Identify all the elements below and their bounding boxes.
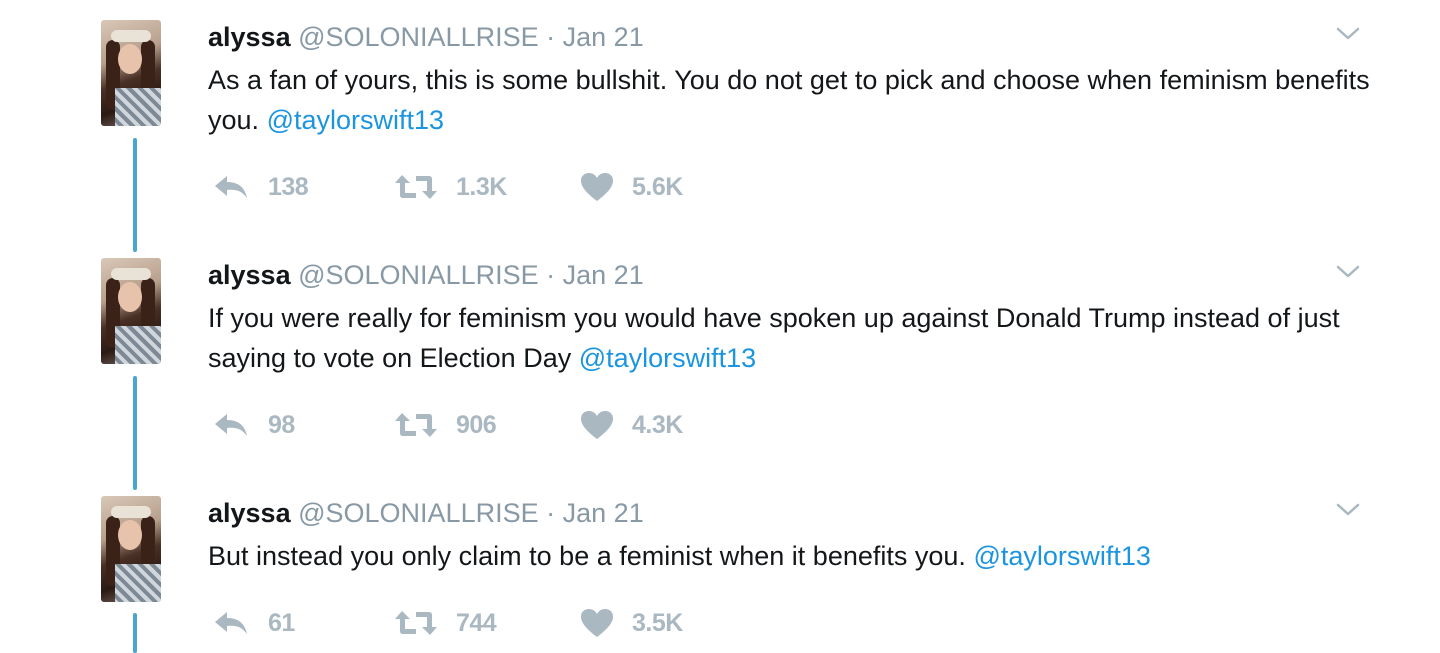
reply-count: 98 (268, 410, 295, 439)
reply-button[interactable]: 98 (212, 408, 295, 442)
tweet-header: alyssa @SOLONIALLRISE · Jan 21 (208, 496, 644, 530)
user-name[interactable]: alyssa (208, 498, 291, 528)
like-button[interactable]: 5.6K (580, 170, 683, 204)
like-button[interactable]: 3.5K (580, 606, 683, 640)
reply-icon (212, 411, 250, 439)
user-name[interactable]: alyssa (208, 22, 291, 52)
heart-icon (580, 172, 614, 202)
tweet-text: If you were really for feminism you woul… (208, 298, 1388, 378)
avatar[interactable] (101, 20, 161, 126)
reply-count: 61 (268, 608, 295, 637)
tweet-text-content: But instead you only claim to be a femin… (208, 541, 966, 571)
mention-link[interactable]: @taylorswift13 (579, 343, 756, 373)
separator-dot: · (546, 22, 556, 52)
reply-icon (212, 173, 250, 201)
retweet-icon (394, 609, 438, 637)
retweet-count: 1.3K (456, 172, 507, 201)
tweet[interactable]: alyssa @SOLONIALLRISE · Jan 21 As a fan … (0, 20, 1440, 240)
tweet-thread: alyssa @SOLONIALLRISE · Jan 21 As a fan … (0, 0, 1440, 653)
tweet-date[interactable]: Jan 21 (563, 260, 644, 290)
separator-dot: · (546, 498, 556, 528)
user-handle[interactable]: @SOLONIALLRISE (298, 498, 539, 528)
tweet-header: alyssa @SOLONIALLRISE · Jan 21 (208, 258, 644, 292)
user-handle[interactable]: @SOLONIALLRISE (298, 260, 539, 290)
tweet[interactable]: alyssa @SOLONIALLRISE · Jan 21 If you we… (0, 258, 1440, 478)
tweet-date[interactable]: Jan 21 (563, 498, 644, 528)
separator-dot: · (546, 260, 556, 290)
like-count: 4.3K (632, 410, 683, 439)
avatar[interactable] (101, 258, 161, 364)
tweet-text: As a fan of yours, this is some bullshit… (208, 60, 1388, 140)
retweet-button[interactable]: 1.3K (394, 170, 507, 204)
like-count: 3.5K (632, 608, 683, 637)
chevron-down-icon[interactable] (1336, 264, 1360, 280)
user-handle[interactable]: @SOLONIALLRISE (298, 22, 539, 52)
heart-icon (580, 608, 614, 638)
retweet-icon (394, 411, 438, 439)
tweet-text-content: If you were really for feminism you woul… (208, 303, 1340, 373)
tweet[interactable]: alyssa @SOLONIALLRISE · Jan 21 But inste… (0, 496, 1440, 653)
reply-count: 138 (268, 172, 309, 201)
retweet-count: 906 (456, 410, 497, 439)
reply-icon (212, 609, 250, 637)
retweet-count: 744 (456, 608, 497, 637)
retweet-icon (394, 173, 438, 201)
tweet-text: But instead you only claim to be a femin… (208, 536, 1388, 576)
mention-link[interactable]: @taylorswift13 (973, 541, 1150, 571)
chevron-down-icon[interactable] (1336, 502, 1360, 518)
retweet-button[interactable]: 906 (394, 408, 497, 442)
avatar[interactable] (101, 496, 161, 602)
tweet-date[interactable]: Jan 21 (563, 22, 644, 52)
reply-button[interactable]: 61 (212, 606, 295, 640)
user-name[interactable]: alyssa (208, 260, 291, 290)
retweet-button[interactable]: 744 (394, 606, 497, 640)
heart-icon (580, 410, 614, 440)
like-button[interactable]: 4.3K (580, 408, 683, 442)
mention-link[interactable]: @taylorswift13 (267, 105, 444, 135)
chevron-down-icon[interactable] (1336, 26, 1360, 42)
reply-button[interactable]: 138 (212, 170, 309, 204)
tweet-header: alyssa @SOLONIALLRISE · Jan 21 (208, 20, 644, 54)
like-count: 5.6K (632, 172, 683, 201)
